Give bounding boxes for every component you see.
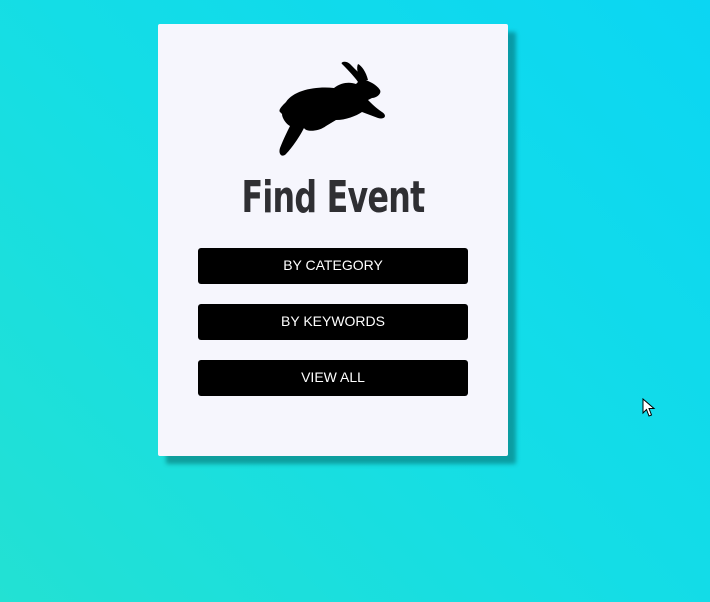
by-category-button[interactable]: BY CATEGORY (198, 248, 468, 284)
by-keywords-button[interactable]: BY KEYWORDS (198, 304, 468, 340)
view-all-button[interactable]: VIEW ALL (198, 360, 468, 396)
page-title: Find Event (241, 172, 425, 223)
jumping-rabbit-icon (276, 60, 392, 156)
mouse-pointer-icon (642, 397, 656, 418)
